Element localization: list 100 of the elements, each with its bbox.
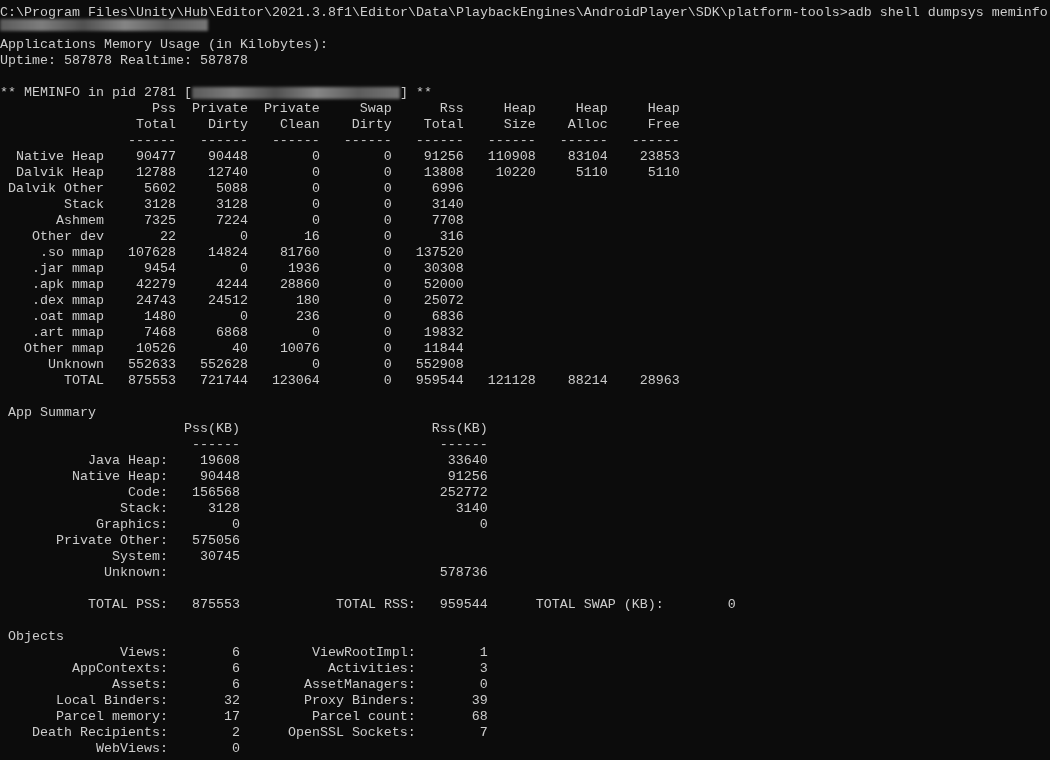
table-cell: 123064 — [271, 373, 320, 388]
row-label: Native Heap — [16, 149, 104, 164]
table-cell: 3128 — [215, 197, 248, 212]
table-cell: 0 — [383, 165, 392, 180]
table-cell: 7325 — [143, 213, 176, 228]
table-cell: 0 — [311, 213, 320, 228]
column-rule: ------ — [127, 133, 176, 148]
column-rule: ------ — [631, 133, 680, 148]
column-rule: ------ — [439, 437, 488, 452]
table-cell: 252772 — [439, 485, 488, 500]
table-cell: 0 — [383, 357, 392, 372]
row-label: AppContexts: — [71, 661, 168, 676]
column-header: Free — [647, 117, 680, 132]
table-cell: 52000 — [423, 277, 464, 292]
table-cell: 14824 — [207, 245, 248, 260]
row-label: Ashmem — [55, 213, 104, 228]
row-label: Proxy Binders: — [303, 693, 416, 708]
table-cell: 9454 — [143, 261, 176, 276]
row-label: Views: — [119, 645, 168, 660]
table-cell: 0 — [383, 325, 392, 340]
row-label: .apk mmap — [32, 277, 104, 292]
table-cell: 12788 — [135, 165, 176, 180]
row-label: Dalvik Heap — [16, 165, 104, 180]
column-header: Heap — [503, 101, 536, 116]
total-label: TOTAL SWAP (KB): — [535, 597, 664, 612]
column-header: Pss(KB) — [183, 421, 240, 436]
total-value: 0 — [727, 597, 736, 612]
table-cell: 0 — [479, 517, 488, 532]
table-cell: 0 — [311, 325, 320, 340]
total-label: TOTAL RSS: — [335, 597, 416, 612]
table-cell: 5110 — [647, 165, 680, 180]
column-header: Size — [503, 117, 536, 132]
table-cell: 91256 — [423, 149, 464, 164]
row-label: Parcel count: — [311, 709, 416, 724]
row-label: .oat mmap — [32, 309, 104, 324]
column-rule: ------ — [487, 133, 536, 148]
column-header: Heap — [575, 101, 608, 116]
table-cell: 959544 — [415, 373, 464, 388]
column-rule: ------ — [343, 133, 392, 148]
column-header: Dirty — [351, 117, 392, 132]
table-cell: 7 — [479, 725, 488, 740]
table-cell: 91256 — [447, 469, 488, 484]
table-cell: 0 — [479, 677, 488, 692]
column-header: Rss(KB) — [431, 421, 488, 436]
table-cell: 2 — [231, 725, 240, 740]
row-label: Stack: — [119, 501, 168, 516]
table-cell: 19832 — [423, 325, 464, 340]
column-header: Private — [263, 101, 320, 116]
table-cell: 3140 — [455, 501, 488, 516]
table-cell: 7708 — [431, 213, 464, 228]
output-line: Applications Memory Usage (in Kilobytes): — [0, 37, 328, 53]
table-cell: 0 — [383, 341, 392, 356]
table-cell: 121128 — [487, 373, 536, 388]
table-cell: 30745 — [199, 549, 240, 564]
table-cell: 875553 — [127, 373, 176, 388]
total-value: 959544 — [439, 597, 488, 612]
table-cell: 0 — [311, 165, 320, 180]
table-cell: 552633 — [127, 357, 176, 372]
total-label: TOTAL PSS: — [87, 597, 168, 612]
row-label: .jar mmap — [32, 261, 104, 276]
table-cell: 3140 — [431, 197, 464, 212]
table-cell: 5602 — [143, 181, 176, 196]
row-label: Unknown — [47, 357, 104, 372]
column-rule: ------ — [191, 437, 240, 452]
row-label: .dex mmap — [32, 293, 104, 308]
row-label: Local Binders: — [55, 693, 168, 708]
table-cell: 11844 — [423, 341, 464, 356]
table-cell: 0 — [383, 197, 392, 212]
row-label: Death Recipients: — [31, 725, 168, 740]
table-cell: 0 — [383, 213, 392, 228]
section-title: Objects — [8, 629, 64, 645]
table-cell: 24512 — [207, 293, 248, 308]
table-cell: 33640 — [447, 453, 488, 468]
row-label: TOTAL — [63, 373, 104, 388]
table-cell: 39 — [471, 693, 488, 708]
table-cell: 0 — [311, 197, 320, 212]
table-cell: 0 — [239, 261, 248, 276]
table-cell: 0 — [383, 229, 392, 244]
row-label: Code: — [127, 485, 168, 500]
table-cell: 90448 — [199, 469, 240, 484]
table-cell: 81760 — [279, 245, 320, 260]
table-cell: 83104 — [567, 149, 608, 164]
table-cell: 0 — [383, 293, 392, 308]
column-header: Dirty — [207, 117, 248, 132]
table-cell: 30308 — [423, 261, 464, 276]
row-label: Other dev — [32, 229, 104, 244]
row-label: AssetManagers: — [303, 677, 416, 692]
table-cell: 88214 — [567, 373, 608, 388]
table-cell: 28860 — [279, 277, 320, 292]
table-cell: 180 — [295, 293, 320, 308]
row-label: Stack — [63, 197, 104, 212]
table-cell: 23853 — [639, 149, 680, 164]
column-header: Total — [423, 117, 464, 132]
total-value: 875553 — [191, 597, 240, 612]
table-cell: 0 — [383, 309, 392, 324]
table-cell: 0 — [383, 245, 392, 260]
table-cell: 6 — [231, 645, 240, 660]
row-label: Graphics: — [95, 517, 168, 532]
table-cell: 7468 — [143, 325, 176, 340]
table-cell: 24743 — [135, 293, 176, 308]
